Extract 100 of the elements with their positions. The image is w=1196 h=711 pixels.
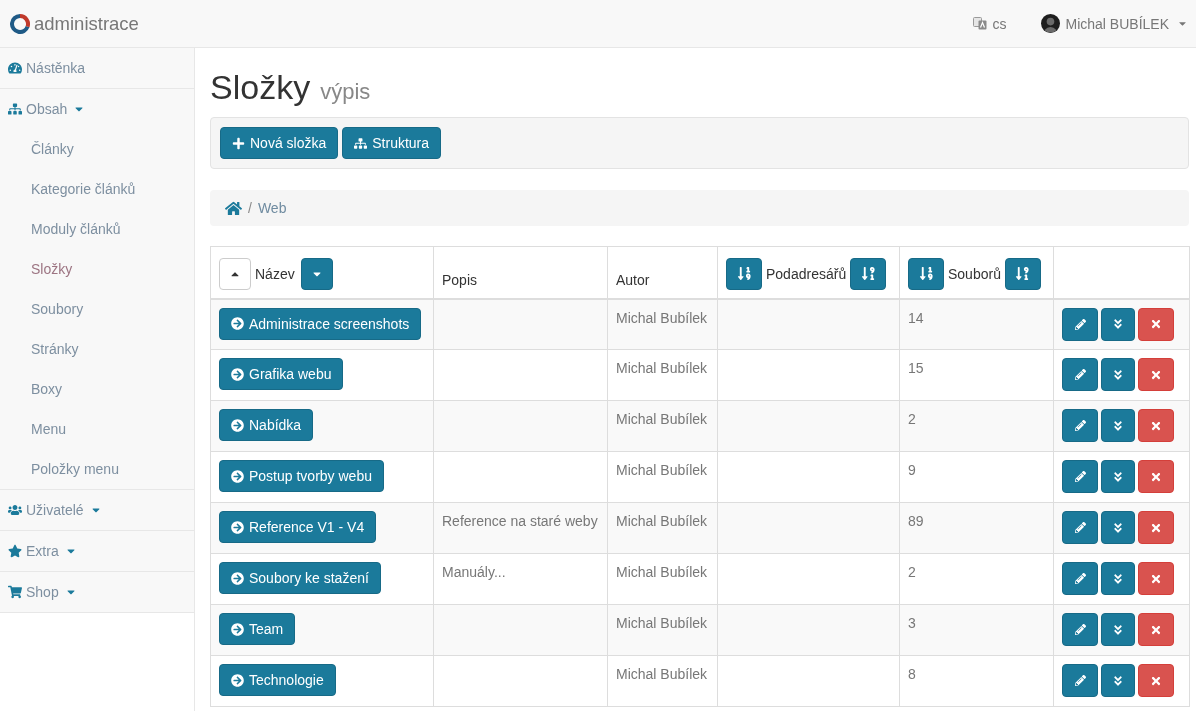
sidebar-item[interactable]: Obsah [0, 89, 194, 129]
table-cell: Reference na staré weby [433, 502, 608, 554]
sitemap-icon [8, 102, 22, 116]
sidebar-subitem[interactable]: Stránky [0, 329, 194, 369]
folder-button[interactable]: Soubory ke stažení [219, 562, 381, 594]
language-icon [972, 17, 987, 30]
sort-numeric-descending-icon [860, 266, 876, 281]
sidebar-subitem[interactable]: Soubory [0, 289, 194, 329]
delete-button[interactable] [1138, 358, 1174, 391]
sort-numeric-ascending-icon [736, 266, 752, 281]
pencil-icon [1074, 675, 1086, 686]
sort-descending-button[interactable] [300, 257, 333, 290]
sort-numeric-ascending-icon [918, 266, 934, 281]
users-icon [8, 503, 22, 517]
move-down-button[interactable] [1101, 562, 1135, 595]
double-chevron-down-icon [1112, 572, 1124, 585]
sort-descending-button[interactable] [1004, 257, 1041, 290]
table-cell: Michal Bubílek [607, 451, 718, 503]
folder-button[interactable]: Grafika webu [219, 358, 344, 390]
sidebar-subitem[interactable]: Kategorie článků [0, 169, 194, 209]
close-icon [1150, 470, 1162, 483]
column-header: Souborů [948, 264, 1001, 284]
delete-button[interactable] [1138, 562, 1174, 595]
delete-button[interactable] [1138, 613, 1174, 646]
double-chevron-down-icon [1112, 368, 1124, 381]
user-menu[interactable]: Michal BUBÍLEK [1040, 14, 1188, 33]
table-cell: Michal Bubílek [607, 400, 718, 452]
sidebar-item[interactable]: Uživatelé [0, 490, 194, 530]
move-down-button[interactable] [1101, 307, 1135, 341]
close-icon [1150, 572, 1162, 585]
star-icon [8, 544, 22, 558]
table-cell: 9 [899, 451, 1054, 503]
home-icon[interactable] [225, 199, 242, 217]
double-chevron-down-icon [1112, 419, 1124, 432]
pencil-icon [1074, 624, 1086, 635]
plus-icon [232, 136, 245, 150]
table-cell: Michal Bubílek [607, 502, 718, 554]
move-down-button[interactable] [1101, 358, 1135, 391]
table-cell: Manuály... [433, 553, 608, 605]
sort-ascending-button[interactable] [908, 257, 944, 290]
close-icon [1150, 674, 1162, 687]
edit-button[interactable] [1062, 460, 1098, 493]
folder-button[interactable]: Reference V1 - V4 [219, 511, 377, 543]
sort-descending-button[interactable] [850, 257, 887, 290]
edit-button[interactable] [1062, 664, 1098, 697]
logo-icon [10, 13, 30, 34]
sidebar-item[interactable]: Nástěnka [0, 48, 194, 88]
folder-button[interactable]: Administrace screenshots [219, 307, 422, 340]
delete-button[interactable] [1138, 664, 1174, 697]
edit-button[interactable] [1062, 358, 1098, 391]
delete-button[interactable] [1138, 460, 1174, 493]
sidebar-subitem[interactable]: Položky menu [0, 449, 194, 489]
page-subtitle: výpis [320, 79, 371, 105]
folder-button[interactable]: Postup tvorby webu [219, 460, 384, 492]
table-cell: 14 [899, 298, 1054, 350]
brand-link[interactable]: administrace [10, 12, 139, 35]
sidebar-subitem[interactable]: Moduly článků [0, 209, 194, 249]
sidebar-item[interactable]: Shop [0, 572, 194, 612]
toolbar-button[interactable]: Struktura [342, 127, 442, 159]
pencil-icon [1074, 471, 1086, 482]
toolbar-button[interactable]: Nová složka [220, 127, 339, 159]
breadcrumb-item: Web [257, 200, 287, 216]
move-down-button[interactable] [1101, 664, 1135, 697]
sort-ascending-button[interactable] [726, 257, 762, 290]
sidebar-subitem[interactable]: Menu [0, 409, 194, 449]
move-down-button[interactable] [1101, 460, 1135, 493]
delete-button[interactable] [1138, 409, 1174, 442]
move-down-button[interactable] [1101, 409, 1135, 442]
table-cell: Michal Bubílek [607, 604, 718, 656]
edit-button[interactable] [1062, 562, 1098, 595]
sidebar-subitem[interactable]: Složky [0, 249, 194, 289]
pencil-icon [1074, 420, 1086, 431]
double-chevron-down-icon [1112, 318, 1124, 330]
close-icon [1150, 623, 1162, 636]
language-menu[interactable]: cs [972, 15, 1007, 32]
sidebar-item[interactable]: Extra [0, 531, 194, 571]
close-icon [1150, 419, 1162, 432]
delete-button[interactable] [1138, 307, 1174, 341]
table-cell: 89 [899, 502, 1054, 554]
double-chevron-down-icon [1112, 521, 1124, 534]
edit-button[interactable] [1062, 613, 1098, 646]
move-down-button[interactable] [1101, 511, 1135, 544]
folder-button[interactable]: Team [219, 613, 296, 645]
edit-button[interactable] [1062, 511, 1098, 544]
table-cell: Michal Bubílek [607, 553, 718, 605]
edit-button[interactable] [1062, 307, 1098, 341]
column-header: Název [255, 264, 295, 284]
delete-button[interactable] [1138, 511, 1174, 544]
close-icon [1150, 318, 1162, 330]
sidebar-subitem[interactable]: Boxy [0, 369, 194, 409]
edit-button[interactable] [1062, 409, 1098, 442]
folder-button[interactable]: Technologie [219, 664, 336, 696]
column-header: Podadresářů [766, 264, 847, 284]
sidebar-subitem[interactable]: Články [0, 129, 194, 169]
double-chevron-down-icon [1112, 674, 1124, 687]
table-cell: Michal Bubílek [607, 655, 718, 707]
table-cell: 2 [899, 553, 1054, 605]
move-down-button[interactable] [1101, 613, 1135, 646]
double-chevron-down-icon [1112, 623, 1124, 636]
folder-button[interactable]: Nabídka [219, 409, 314, 441]
